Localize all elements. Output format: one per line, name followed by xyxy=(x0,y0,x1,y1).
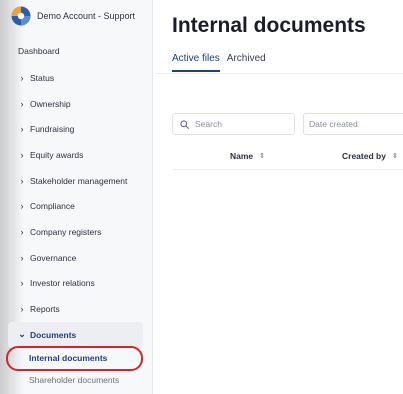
sidebar-item-status[interactable]: › Status xyxy=(8,65,143,91)
sidebar-item-fundraising[interactable]: › Fundraising xyxy=(8,116,143,142)
sidebar-item-ownership[interactable]: › Ownership xyxy=(8,91,143,117)
chevron-right-icon: › xyxy=(20,304,24,315)
tab-archived[interactable]: Archived xyxy=(227,53,266,72)
date-created-placeholder: Date created xyxy=(309,119,358,129)
sidebar-item-label: Company registers xyxy=(30,226,102,237)
sidebar-item-label: Documents xyxy=(30,329,77,340)
sidebar-item-label: Investor relations xyxy=(30,278,95,289)
chevron-right-icon: › xyxy=(20,98,24,109)
sidebar-item-stakeholder-management[interactable]: › Stakeholder management xyxy=(8,168,143,194)
sidebar-item-governance[interactable]: › Governance xyxy=(8,245,143,271)
sidebar-item-documents[interactable]: ⌄ Documents xyxy=(8,321,143,348)
column-header-created-by[interactable]: Created by ⇕ xyxy=(342,151,398,161)
sidebar-item-investor-relations[interactable]: › Investor relations xyxy=(8,271,143,297)
chevron-right-icon: › xyxy=(20,175,24,186)
tab-bar: Active files Archived xyxy=(172,53,273,72)
column-header-label: Name xyxy=(230,151,254,161)
account-name: Demo Account - Support xyxy=(37,11,136,21)
sidebar: Demo Account - Support Dashboard › Statu… xyxy=(0,0,153,394)
date-created-filter[interactable]: Date created xyxy=(303,113,403,135)
sidebar-subitem-internal-documents[interactable]: Internal documents xyxy=(8,347,143,369)
chevron-right-icon: › xyxy=(20,149,24,160)
chevron-right-icon: › xyxy=(20,201,24,212)
sidebar-item-dashboard[interactable]: Dashboard xyxy=(18,46,60,56)
tab-divider xyxy=(155,73,403,74)
table-header-divider xyxy=(172,169,403,170)
sidebar-item-company-registers[interactable]: › Company registers xyxy=(8,219,143,245)
sidebar-item-label: Stakeholder management xyxy=(30,175,128,186)
sort-icon: ⇕ xyxy=(391,153,398,160)
chevron-right-icon: › xyxy=(20,72,24,83)
sidebar-item-label: Equity awards xyxy=(30,149,84,160)
tab-active-files[interactable]: Active files xyxy=(172,53,220,72)
chevron-right-icon: › xyxy=(20,252,24,263)
chevron-right-icon: › xyxy=(20,278,24,289)
column-header-name[interactable]: Name ⇕ xyxy=(230,151,265,161)
sidebar-subitem-shareholder-documents[interactable]: Shareholder documents xyxy=(8,369,143,391)
sidebar-item-equity-awards[interactable]: › Equity awards xyxy=(8,142,143,168)
company-logo-icon xyxy=(11,6,31,26)
account-switcher[interactable]: Demo Account - Support xyxy=(11,6,135,26)
sidebar-item-label: Status xyxy=(30,72,55,83)
sidebar-item-label: Reports xyxy=(30,304,60,315)
search-box[interactable] xyxy=(172,113,295,135)
sidebar-item-label: Fundraising xyxy=(30,124,75,135)
sidebar-item-compliance[interactable]: › Compliance xyxy=(8,193,143,219)
search-icon xyxy=(180,119,189,129)
chevron-right-icon: › xyxy=(20,124,24,135)
sidebar-item-label: Governance xyxy=(30,252,77,263)
chevron-down-icon: ⌄ xyxy=(18,329,26,340)
sidebar-item-reports[interactable]: › Reports xyxy=(8,296,143,322)
search-input[interactable] xyxy=(195,119,290,129)
sidebar-nav: › Status › Ownership › Fundraising › Equ… xyxy=(8,65,143,348)
page-title: Internal documents xyxy=(172,14,366,37)
sidebar-item-label: Ownership xyxy=(30,98,71,109)
column-header-label: Created by xyxy=(342,151,386,161)
sidebar-item-label: Compliance xyxy=(30,201,75,212)
chevron-right-icon: › xyxy=(20,226,24,237)
sort-icon: ⇕ xyxy=(259,153,266,160)
